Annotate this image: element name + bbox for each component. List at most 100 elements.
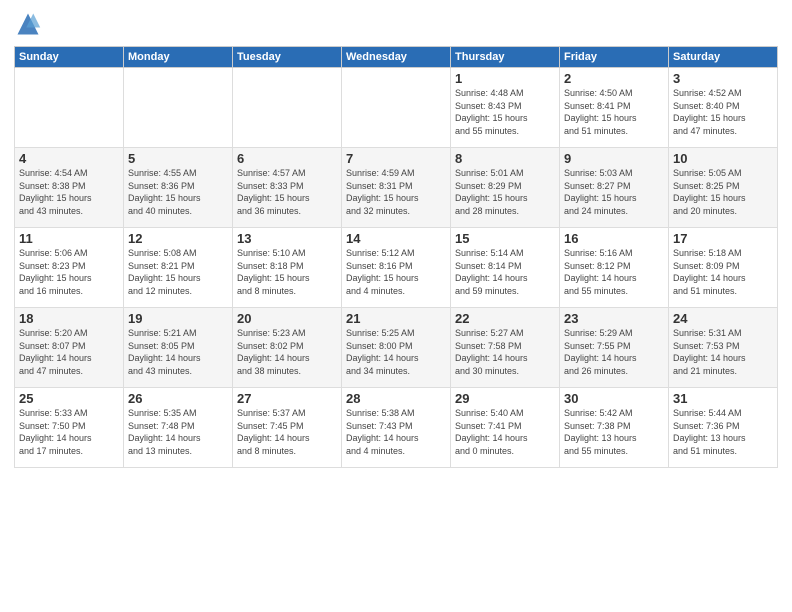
day-number: 7 (346, 151, 446, 166)
day-info: Sunrise: 5:01 AM Sunset: 8:29 PM Dayligh… (455, 167, 555, 217)
calendar-cell: 4Sunrise: 4:54 AM Sunset: 8:38 PM Daylig… (15, 148, 124, 228)
day-info: Sunrise: 5:44 AM Sunset: 7:36 PM Dayligh… (673, 407, 773, 457)
calendar-cell: 8Sunrise: 5:01 AM Sunset: 8:29 PM Daylig… (451, 148, 560, 228)
calendar-cell: 1Sunrise: 4:48 AM Sunset: 8:43 PM Daylig… (451, 68, 560, 148)
calendar-week-1: 4Sunrise: 4:54 AM Sunset: 8:38 PM Daylig… (15, 148, 778, 228)
day-number: 20 (237, 311, 337, 326)
calendar-cell: 26Sunrise: 5:35 AM Sunset: 7:48 PM Dayli… (124, 388, 233, 468)
calendar-cell: 10Sunrise: 5:05 AM Sunset: 8:25 PM Dayli… (669, 148, 778, 228)
calendar-cell (342, 68, 451, 148)
calendar-cell: 3Sunrise: 4:52 AM Sunset: 8:40 PM Daylig… (669, 68, 778, 148)
calendar-cell: 6Sunrise: 4:57 AM Sunset: 8:33 PM Daylig… (233, 148, 342, 228)
calendar-cell (233, 68, 342, 148)
day-info: Sunrise: 5:14 AM Sunset: 8:14 PM Dayligh… (455, 247, 555, 297)
header-row-days: SundayMondayTuesdayWednesdayThursdayFrid… (15, 47, 778, 68)
calendar-cell: 16Sunrise: 5:16 AM Sunset: 8:12 PM Dayli… (560, 228, 669, 308)
day-info: Sunrise: 5:05 AM Sunset: 8:25 PM Dayligh… (673, 167, 773, 217)
header-monday: Monday (124, 47, 233, 68)
calendar-cell: 12Sunrise: 5:08 AM Sunset: 8:21 PM Dayli… (124, 228, 233, 308)
calendar-cell (15, 68, 124, 148)
day-number: 22 (455, 311, 555, 326)
calendar-cell: 19Sunrise: 5:21 AM Sunset: 8:05 PM Dayli… (124, 308, 233, 388)
day-number: 26 (128, 391, 228, 406)
day-number: 10 (673, 151, 773, 166)
day-info: Sunrise: 4:55 AM Sunset: 8:36 PM Dayligh… (128, 167, 228, 217)
logo-icon (14, 10, 42, 38)
day-number: 25 (19, 391, 119, 406)
day-info: Sunrise: 5:18 AM Sunset: 8:09 PM Dayligh… (673, 247, 773, 297)
day-number: 4 (19, 151, 119, 166)
day-number: 31 (673, 391, 773, 406)
day-number: 29 (455, 391, 555, 406)
day-number: 16 (564, 231, 664, 246)
calendar-cell: 21Sunrise: 5:25 AM Sunset: 8:00 PM Dayli… (342, 308, 451, 388)
logo (14, 10, 46, 38)
calendar-cell: 20Sunrise: 5:23 AM Sunset: 8:02 PM Dayli… (233, 308, 342, 388)
day-info: Sunrise: 5:08 AM Sunset: 8:21 PM Dayligh… (128, 247, 228, 297)
day-number: 9 (564, 151, 664, 166)
day-info: Sunrise: 4:48 AM Sunset: 8:43 PM Dayligh… (455, 87, 555, 137)
day-info: Sunrise: 5:38 AM Sunset: 7:43 PM Dayligh… (346, 407, 446, 457)
calendar-cell: 9Sunrise: 5:03 AM Sunset: 8:27 PM Daylig… (560, 148, 669, 228)
day-info: Sunrise: 5:12 AM Sunset: 8:16 PM Dayligh… (346, 247, 446, 297)
calendar-container: SundayMondayTuesdayWednesdayThursdayFrid… (0, 0, 792, 474)
day-info: Sunrise: 5:06 AM Sunset: 8:23 PM Dayligh… (19, 247, 119, 297)
calendar-cell: 7Sunrise: 4:59 AM Sunset: 8:31 PM Daylig… (342, 148, 451, 228)
day-number: 21 (346, 311, 446, 326)
calendar-cell: 15Sunrise: 5:14 AM Sunset: 8:14 PM Dayli… (451, 228, 560, 308)
day-number: 2 (564, 71, 664, 86)
day-number: 30 (564, 391, 664, 406)
calendar-cell: 11Sunrise: 5:06 AM Sunset: 8:23 PM Dayli… (15, 228, 124, 308)
header-row (14, 10, 778, 38)
day-number: 6 (237, 151, 337, 166)
calendar-cell: 27Sunrise: 5:37 AM Sunset: 7:45 PM Dayli… (233, 388, 342, 468)
day-info: Sunrise: 5:10 AM Sunset: 8:18 PM Dayligh… (237, 247, 337, 297)
day-info: Sunrise: 5:20 AM Sunset: 8:07 PM Dayligh… (19, 327, 119, 377)
day-info: Sunrise: 5:40 AM Sunset: 7:41 PM Dayligh… (455, 407, 555, 457)
day-number: 18 (19, 311, 119, 326)
header-sunday: Sunday (15, 47, 124, 68)
calendar-cell: 25Sunrise: 5:33 AM Sunset: 7:50 PM Dayli… (15, 388, 124, 468)
header-thursday: Thursday (451, 47, 560, 68)
calendar-cell: 2Sunrise: 4:50 AM Sunset: 8:41 PM Daylig… (560, 68, 669, 148)
header-saturday: Saturday (669, 47, 778, 68)
day-info: Sunrise: 5:25 AM Sunset: 8:00 PM Dayligh… (346, 327, 446, 377)
day-number: 8 (455, 151, 555, 166)
calendar-cell: 18Sunrise: 5:20 AM Sunset: 8:07 PM Dayli… (15, 308, 124, 388)
day-number: 19 (128, 311, 228, 326)
day-number: 1 (455, 71, 555, 86)
header-friday: Friday (560, 47, 669, 68)
day-info: Sunrise: 5:29 AM Sunset: 7:55 PM Dayligh… (564, 327, 664, 377)
day-info: Sunrise: 5:27 AM Sunset: 7:58 PM Dayligh… (455, 327, 555, 377)
calendar-cell (124, 68, 233, 148)
day-info: Sunrise: 4:54 AM Sunset: 8:38 PM Dayligh… (19, 167, 119, 217)
calendar-week-3: 18Sunrise: 5:20 AM Sunset: 8:07 PM Dayli… (15, 308, 778, 388)
day-info: Sunrise: 4:57 AM Sunset: 8:33 PM Dayligh… (237, 167, 337, 217)
day-info: Sunrise: 5:23 AM Sunset: 8:02 PM Dayligh… (237, 327, 337, 377)
calendar-cell: 23Sunrise: 5:29 AM Sunset: 7:55 PM Dayli… (560, 308, 669, 388)
day-number: 11 (19, 231, 119, 246)
day-info: Sunrise: 5:33 AM Sunset: 7:50 PM Dayligh… (19, 407, 119, 457)
calendar-week-2: 11Sunrise: 5:06 AM Sunset: 8:23 PM Dayli… (15, 228, 778, 308)
calendar-cell: 30Sunrise: 5:42 AM Sunset: 7:38 PM Dayli… (560, 388, 669, 468)
day-number: 24 (673, 311, 773, 326)
day-number: 15 (455, 231, 555, 246)
header-tuesday: Tuesday (233, 47, 342, 68)
day-info: Sunrise: 5:16 AM Sunset: 8:12 PM Dayligh… (564, 247, 664, 297)
day-info: Sunrise: 4:52 AM Sunset: 8:40 PM Dayligh… (673, 87, 773, 137)
calendar-week-4: 25Sunrise: 5:33 AM Sunset: 7:50 PM Dayli… (15, 388, 778, 468)
day-info: Sunrise: 5:35 AM Sunset: 7:48 PM Dayligh… (128, 407, 228, 457)
day-info: Sunrise: 5:42 AM Sunset: 7:38 PM Dayligh… (564, 407, 664, 457)
calendar-cell: 17Sunrise: 5:18 AM Sunset: 8:09 PM Dayli… (669, 228, 778, 308)
calendar-cell: 24Sunrise: 5:31 AM Sunset: 7:53 PM Dayli… (669, 308, 778, 388)
day-info: Sunrise: 4:59 AM Sunset: 8:31 PM Dayligh… (346, 167, 446, 217)
day-info: Sunrise: 5:21 AM Sunset: 8:05 PM Dayligh… (128, 327, 228, 377)
calendar-cell: 13Sunrise: 5:10 AM Sunset: 8:18 PM Dayli… (233, 228, 342, 308)
day-number: 12 (128, 231, 228, 246)
header-wednesday: Wednesday (342, 47, 451, 68)
day-info: Sunrise: 5:03 AM Sunset: 8:27 PM Dayligh… (564, 167, 664, 217)
day-number: 27 (237, 391, 337, 406)
calendar-cell: 5Sunrise: 4:55 AM Sunset: 8:36 PM Daylig… (124, 148, 233, 228)
calendar-cell: 29Sunrise: 5:40 AM Sunset: 7:41 PM Dayli… (451, 388, 560, 468)
day-number: 5 (128, 151, 228, 166)
